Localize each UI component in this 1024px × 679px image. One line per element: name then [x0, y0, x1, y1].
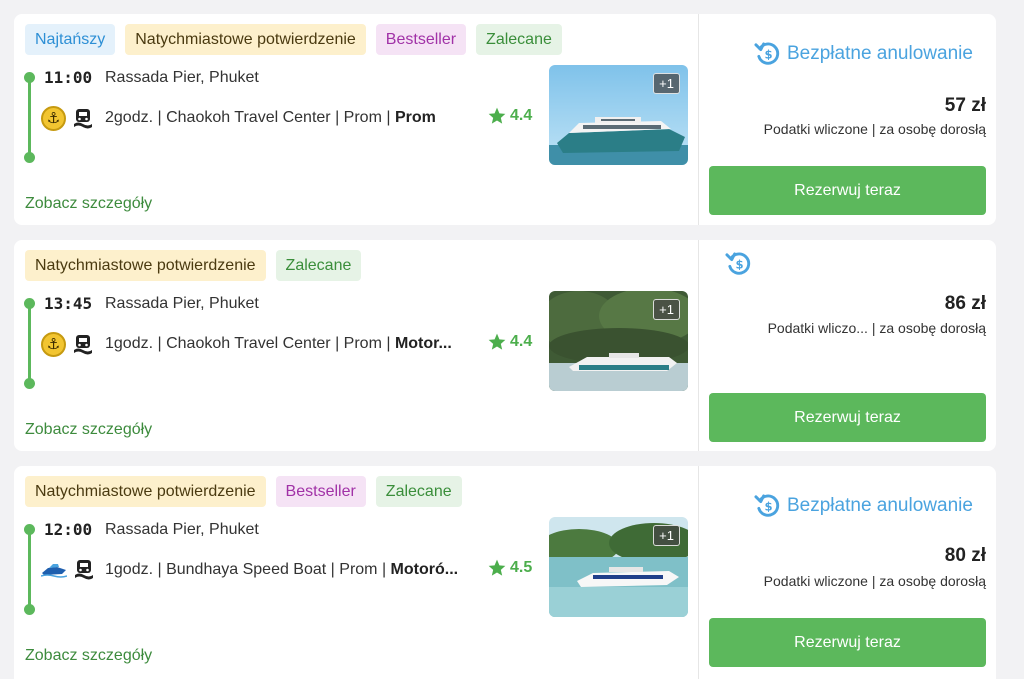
trip-info-text: 1godz. | Chaokoh Travel Center | Prom | [105, 335, 395, 352]
badge-recommended: Zalecane [476, 24, 562, 55]
trip-summary: Najtańszy Natychmiastowe potwierdzenie B… [14, 14, 698, 225]
rating: 4.5 [487, 558, 532, 578]
trip-summary: Natychmiastowe potwierdzenie Zalecane 13… [14, 240, 698, 451]
boat-photo[interactable]: +1 [549, 65, 688, 165]
badge-row: Natychmiastowe potwierdzenie Zalecane [25, 250, 362, 281]
anchor-icon: ⚓ [41, 106, 66, 131]
trip-info-text: 1godz. | Bundhaya Speed Boat | Prom | [105, 561, 391, 578]
trip-info: 1godz. | Chaokoh Travel Center | Prom | … [105, 335, 481, 353]
svg-text:$: $ [735, 257, 743, 271]
trip-info: 1godz. | Bundhaya Speed Boat | Prom | Mo… [105, 561, 481, 579]
trip-info-text: 2godz. | Chaokoh Travel Center | Prom | [105, 109, 395, 126]
svg-text:$: $ [764, 47, 772, 61]
ferry-icon [72, 107, 94, 131]
star-icon [488, 333, 506, 350]
ferry-icon [73, 558, 95, 582]
book-now-button[interactable]: Rezerwuj teraz [709, 393, 986, 442]
tax-note: Podatki wliczone | za osobę dorosłą [763, 121, 986, 137]
star-icon [488, 107, 506, 124]
badge-recommended: Zalecane [375, 476, 462, 507]
badge-bestseller: Bestseller [275, 476, 366, 507]
more-photos-badge: +1 [653, 299, 680, 320]
departure-time: 11:00 [44, 68, 93, 87]
arrival-dot [24, 378, 35, 389]
arrival-dot [24, 152, 35, 163]
booking-panel: $ Bezpłatne anulowanie 80 zł Podatki wli… [699, 466, 996, 679]
boat-photo[interactable]: +1 [549, 291, 688, 391]
departure-place: Rassada Pier, Phuket [105, 295, 259, 312]
price: 80 zł [944, 545, 986, 566]
star-icon [488, 559, 506, 576]
svg-text:$: $ [764, 499, 772, 513]
price: 86 zł [944, 293, 986, 314]
tax-note: Podatki wliczo... | za osobę dorosłą [767, 320, 986, 336]
badge-instant-confirmation: Natychmiastowe potwierdzenie [125, 24, 366, 55]
badge-instant-confirmation: Natychmiastowe potwierdzenie [25, 250, 266, 281]
more-photos-badge: +1 [653, 525, 680, 546]
speedboat-icon [41, 559, 67, 581]
departure-dot [24, 72, 35, 83]
book-now-button[interactable]: Rezerwuj teraz [709, 166, 986, 215]
route-timeline [28, 303, 31, 383]
rating-value: 4.4 [510, 333, 533, 350]
route-timeline [28, 77, 31, 157]
free-cancellation: $ Bezpłatne anulowanie [754, 40, 973, 67]
departure-place: Rassada Pier, Phuket [105, 69, 259, 86]
see-details-link[interactable]: Zobacz szczegóły [25, 421, 152, 439]
badge-cheapest: Najtańszy [25, 24, 116, 55]
rating: 4.4 [487, 332, 532, 352]
operator-icons: ⚓ [41, 332, 94, 357]
price: 57 zł [944, 95, 986, 116]
rating-value: 4.5 [510, 559, 533, 576]
trip-info: 2godz. | Chaokoh Travel Center | Prom | … [105, 109, 481, 127]
booking-panel: $ Bezpłatne anulowanie 57 zł Podatki wli… [699, 14, 996, 225]
operator-icons: ⚓ [41, 106, 94, 131]
route-timeline [28, 529, 31, 609]
free-cancellation: $ Bezpłatne anulowanie [754, 492, 973, 519]
vehicle-type: Motor... [394, 335, 452, 352]
badge-instant-confirmation: Natychmiastowe potwierdzenie [25, 476, 266, 507]
ferry-icon [72, 333, 94, 357]
tax-note: Podatki wliczone | za osobę dorosłą [763, 573, 986, 589]
cancellation-label: Bezpłatne anulowanie [787, 494, 973, 516]
see-details-link[interactable]: Zobacz szczegóły [25, 647, 152, 665]
booking-panel: $ 86 zł Podatki wliczo... | za osobę dor… [699, 240, 996, 451]
refund-icon: $ [725, 252, 751, 275]
vehicle-type: Motoró... [390, 561, 459, 578]
refund-icon: $ [754, 494, 780, 517]
departure-time: 12:00 [44, 520, 93, 539]
badge-row: Najtańszy Natychmiastowe potwierdzenie B… [25, 24, 562, 55]
rating-value: 4.4 [510, 107, 533, 124]
more-photos-badge: +1 [653, 73, 680, 94]
departure-dot [24, 524, 35, 535]
refund-icon: $ [754, 42, 780, 65]
departure-dot [24, 298, 35, 309]
book-now-button[interactable]: Rezerwuj teraz [709, 618, 986, 667]
free-cancellation: $ [725, 250, 758, 277]
badge-row: Natychmiastowe potwierdzenie Bestseller … [25, 476, 462, 507]
badge-recommended: Zalecane [275, 250, 362, 281]
trip-summary: Natychmiastowe potwierdzenie Bestseller … [14, 466, 698, 679]
anchor-icon: ⚓ [41, 332, 66, 357]
operator-icons [41, 558, 95, 582]
cancellation-label: Bezpłatne anulowanie [787, 42, 973, 64]
trip-card[interactable]: Natychmiastowe potwierdzenie Zalecane 13… [14, 240, 996, 451]
trip-card[interactable]: Natychmiastowe potwierdzenie Bestseller … [14, 466, 996, 679]
departure-place: Rassada Pier, Phuket [105, 521, 259, 538]
vehicle-type: Prom [394, 109, 436, 126]
trip-card[interactable]: Najtańszy Natychmiastowe potwierdzenie B… [14, 14, 996, 225]
arrival-dot [24, 604, 35, 615]
boat-photo[interactable]: +1 [549, 517, 688, 617]
departure-time: 13:45 [44, 294, 93, 313]
badge-bestseller: Bestseller [375, 24, 467, 55]
see-details-link[interactable]: Zobacz szczegóły [25, 195, 152, 213]
rating: 4.4 [487, 106, 532, 126]
